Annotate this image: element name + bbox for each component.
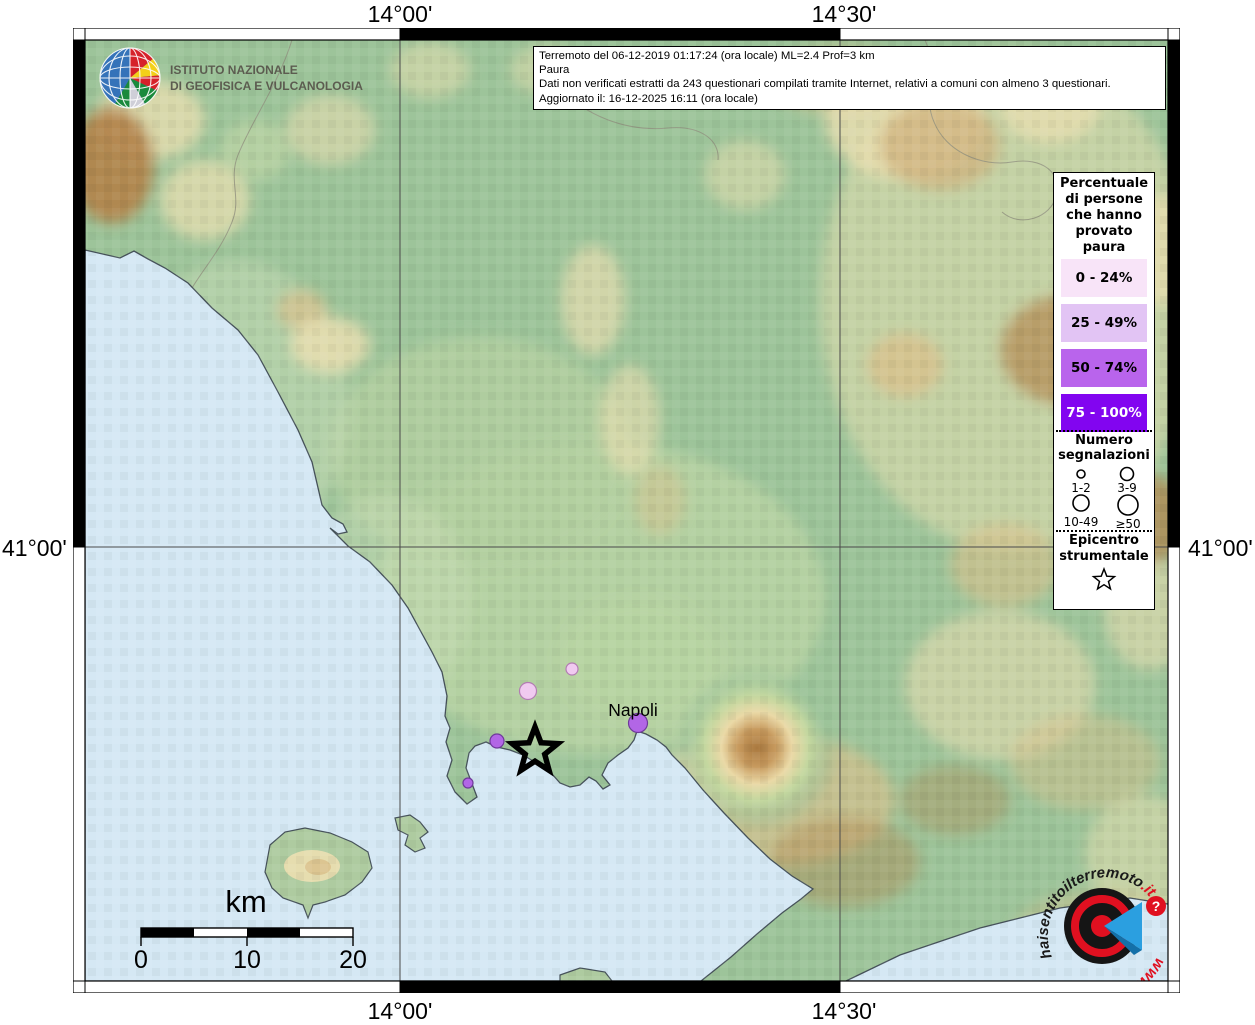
legend-percent-title: Percentuale di persone che hanno provato…	[1054, 176, 1154, 256]
felt-report-dot	[463, 778, 473, 788]
question-mark-glyph: ?	[1152, 898, 1161, 914]
info-line-event: Terremoto del 06-12-2019 01:17:24 (ora l…	[539, 49, 1160, 63]
city-label-napoli: Napoli	[608, 700, 658, 720]
earthquake-info-box: Terremoto del 06-12-2019 01:17:24 (ora l…	[533, 46, 1166, 110]
ingv-globe-grid	[100, 48, 160, 108]
legend-count-title: Numero segnalazioni	[1054, 433, 1154, 463]
lon-label-bottom-right: 14°30'	[784, 998, 904, 1025]
ingv-name-line1: ISTITUTO NAZIONALE	[170, 63, 298, 77]
felt-report-dot	[520, 683, 537, 700]
map-terrain: Napoli km 0 10 20	[73, 40, 1180, 993]
legend-class-50-74: 50 - 74%	[1061, 349, 1147, 387]
scale-tick-0: 0	[134, 946, 148, 974]
haisentitoilterremoto-map-page: { "axis": { "lon_left": "14°00'", "lon_r…	[0, 0, 1255, 1024]
legend-divider-1	[1056, 430, 1152, 432]
legend-class-0-24: 0 - 24%	[1061, 259, 1147, 297]
scale-tick-10: 10	[233, 946, 261, 974]
felt-report-dot	[566, 663, 578, 675]
lat-label-right: 41°00'	[1188, 535, 1253, 562]
map-canvas: Napoli km 0 10 20	[73, 28, 1180, 993]
legend-epicenter-star	[1054, 567, 1154, 607]
scale-bar-unit: km	[225, 884, 266, 919]
lon-label-top-right: 14°30'	[784, 1, 904, 28]
legend-class-25-49: 25 - 49%	[1061, 304, 1147, 342]
info-line-map-type: Paura	[539, 63, 1160, 77]
legend-size-50plus: ≥50	[1108, 517, 1148, 531]
felt-report-dot	[490, 734, 504, 748]
scale-tick-20: 20	[339, 946, 367, 974]
lon-label-top-left: 14°00'	[340, 1, 460, 28]
legend-size-10-49: 10-49	[1058, 515, 1104, 529]
info-line-disclaimer: Dati non verificati estratti da 243 ques…	[539, 77, 1160, 91]
legend-box: Percentuale di persone che hanno provato…	[1053, 172, 1155, 610]
legend-class-75-100: 75 - 100%	[1061, 394, 1147, 432]
legend-epicenter-title: Epicentro strumentale	[1054, 533, 1154, 565]
legend-size-1-2: 1-2	[1061, 481, 1101, 495]
lat-label-left: 41°00'	[2, 535, 67, 562]
legend-size-3-9: 3-9	[1107, 481, 1147, 495]
info-line-updated: Aggiornato il: 16-12-2025 16:11 (ora loc…	[539, 92, 1160, 106]
lon-label-bottom-left: 14°00'	[340, 998, 460, 1025]
legend-divider-2	[1056, 530, 1152, 532]
ingv-name-line2: DI GEOFISICA E VULCANOLOGIA	[170, 79, 363, 93]
